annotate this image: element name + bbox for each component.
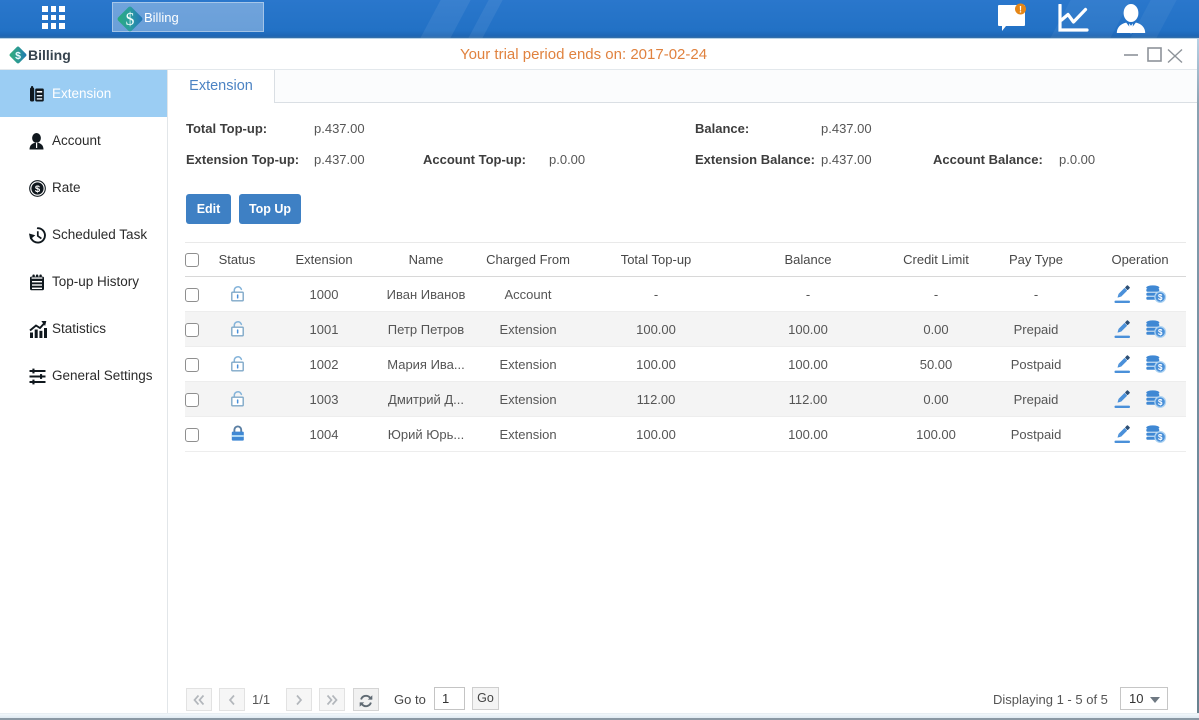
svg-text:$: $ [35,184,41,195]
svg-text:$: $ [126,9,135,29]
svg-text:!: ! [1019,5,1022,15]
